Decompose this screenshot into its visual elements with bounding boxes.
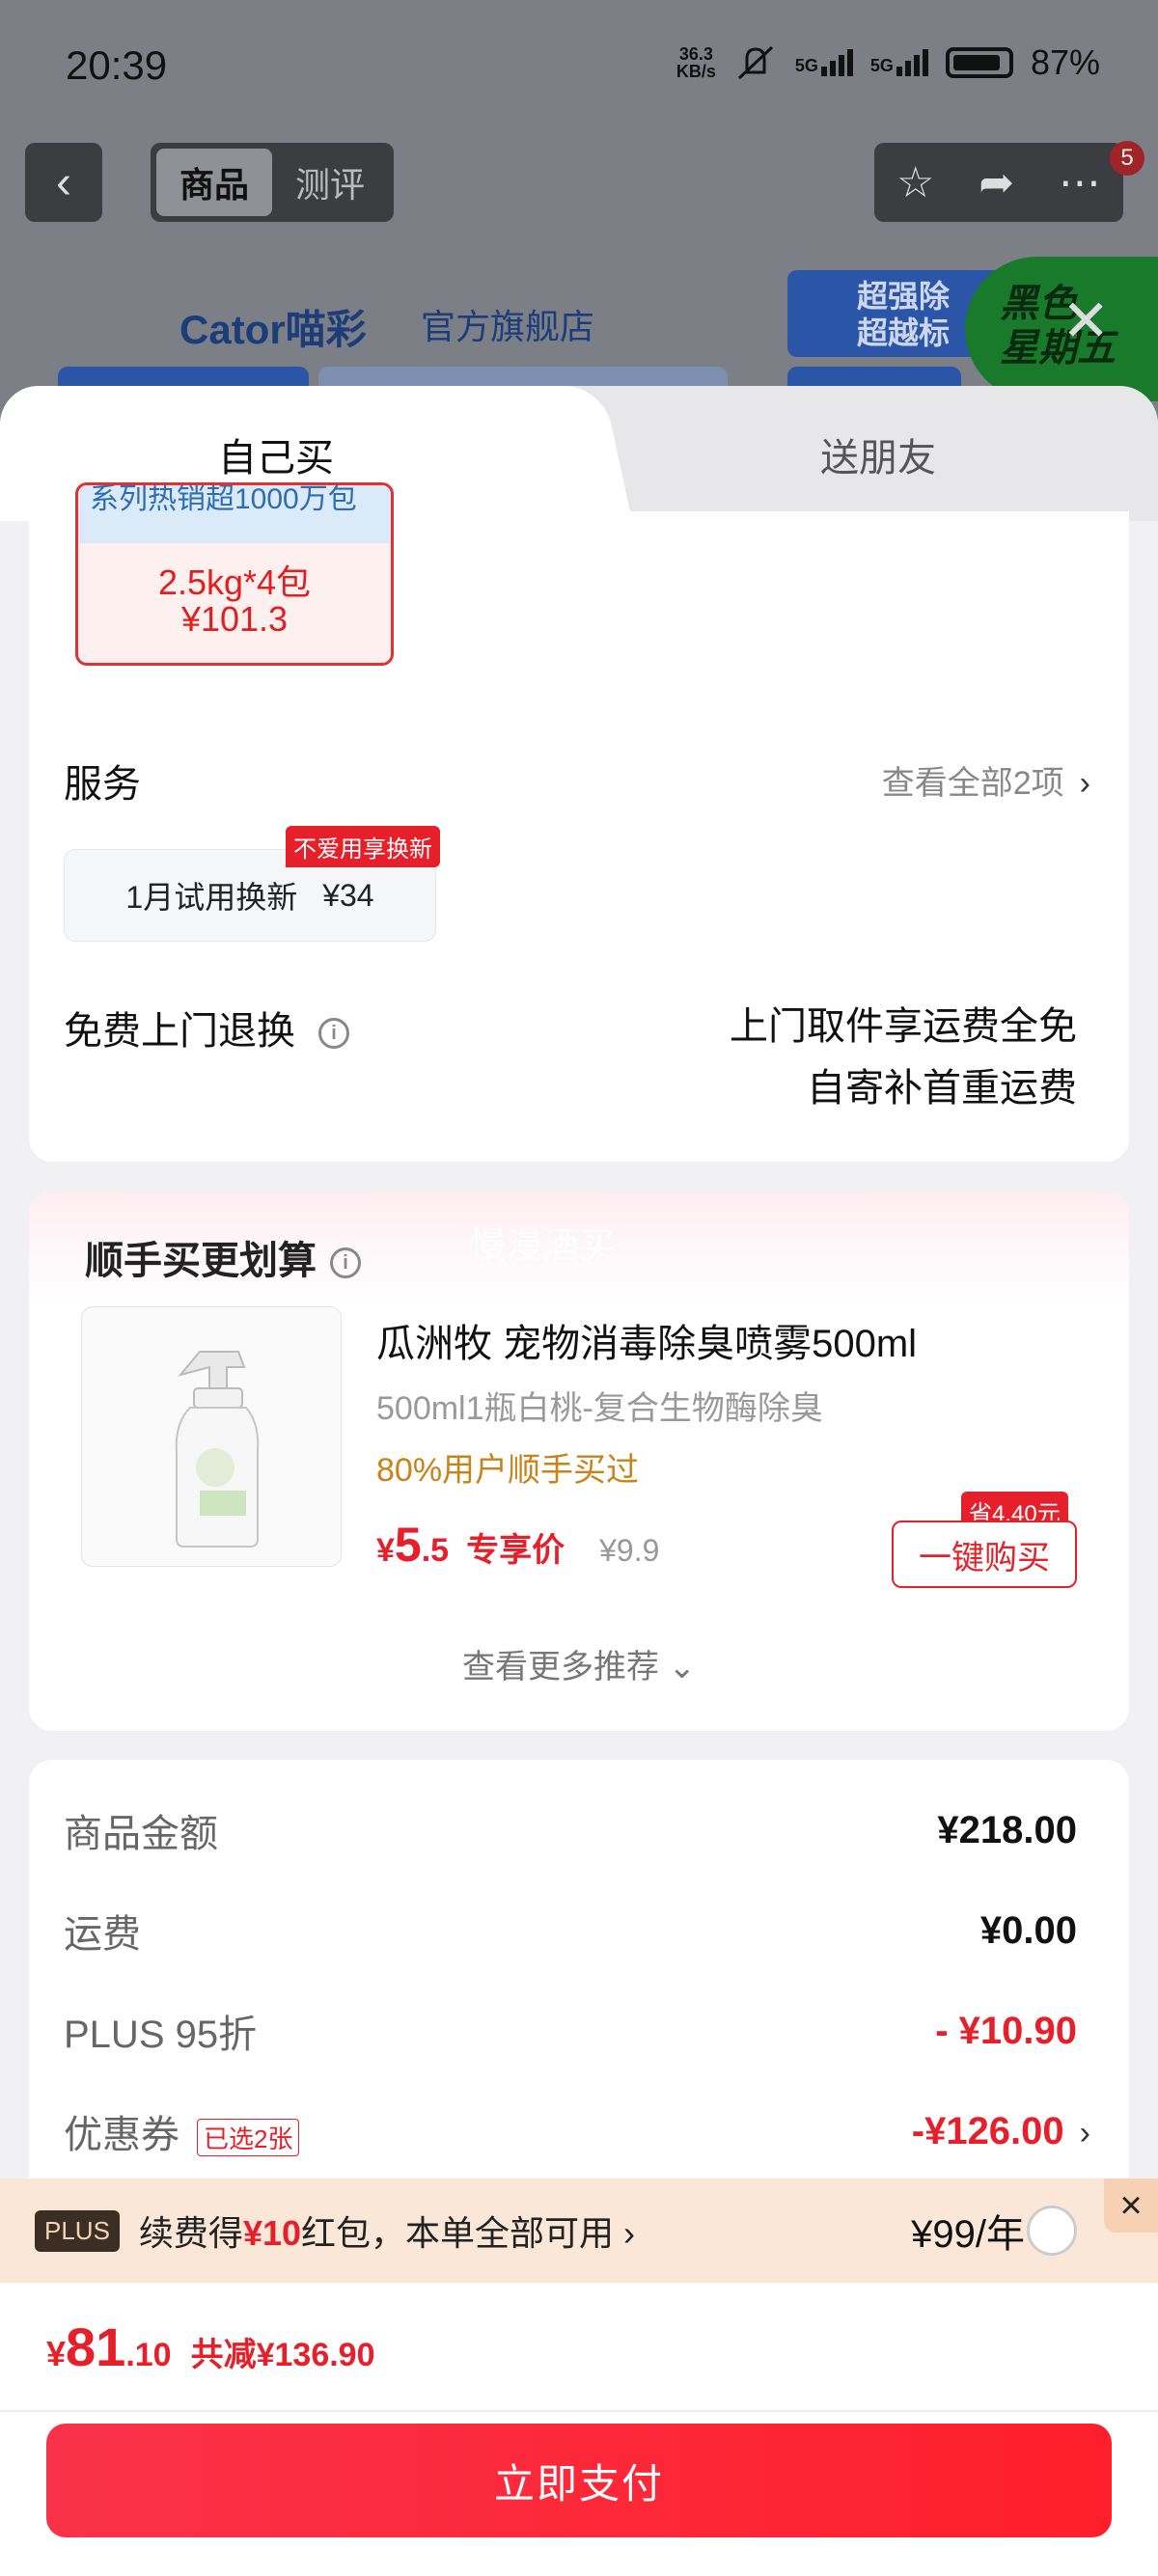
shop-logo: Cator喵彩 [179,307,367,352]
header-tabs: 商品 测评 [151,143,394,222]
net-speed: 36.3 KB/s [676,44,716,81]
divider [0,2410,1158,2412]
original-price: ¥9.9 [599,1533,660,1568]
mute-icon [737,45,773,80]
chevron-right-icon: › [1079,765,1090,802]
service-title: 服务 [64,763,141,806]
plus-price: ¥99/年 [911,2213,1025,2256]
tab-friend[interactable]: 送朋友 [820,426,936,482]
share-icon[interactable]: ➦ [979,158,1014,207]
shop-banner: Cator喵彩 官方旗舰店 超强除 超越标 黑色 星期五 ✕ [0,257,1158,405]
more-icon[interactable]: ⋯ [1059,158,1101,207]
order-options-card: 系列热销超1000万包 2.5kg*4包 ¥101.3 服务 查看全部2项 › 1… [29,482,1129,1162]
tab-self[interactable]: 自己买 [218,426,334,482]
product-header: ‹ 商品 测评 ☆ ➦ ⋯ 5 [0,141,1158,230]
checkout-footer: ¥ 81 .10 共减¥136.90 立即支付 [0,2283,1158,2576]
signal-icon: 5G [795,49,853,76]
close-icon[interactable]: × [1104,2179,1158,2233]
plus-radio[interactable] [1027,2206,1077,2256]
chevron-left-icon: ‹ [56,156,71,208]
system-icons: 36.3 KB/s 5G 5G 87% [676,42,1100,83]
watermark: 慢漫酒买 [469,1226,617,1267]
summary-row: PLUS 95折 - ¥10.90 [64,2009,1077,2057]
chevron-down-icon: ⌄ [668,1649,696,1685]
signal-icon: 5G [870,49,928,76]
product-spec: 500ml1瓶白桃-复合生物酶除臭 [376,1390,823,1427]
close-icon[interactable]: ✕ [1062,288,1110,355]
product-buyers: 80%用户顺手买过 [376,1452,640,1489]
sku-option[interactable]: 系列热销超1000万包 2.5kg*4包 ¥101.3 [75,482,394,666]
tab-review[interactable]: 测评 [272,149,388,216]
shop-name: 官方旗舰店 [421,307,595,346]
header-actions: ☆ ➦ ⋯ [874,143,1123,222]
coupon-row[interactable]: 优惠券 已选2张 -¥126.00 › [64,2103,1090,2159]
battery-icon [945,47,1013,78]
pay-now-button[interactable]: 立即支付 [46,2424,1112,2537]
plus-offer-text: 续费得¥10红包，本单全部可用 › [138,2213,636,2253]
chevron-right-icon: › [623,2213,636,2253]
plus-membership-bar[interactable]: PLUS 续费得¥10红包，本单全部可用 › ¥99/年 × [0,2179,1158,2283]
product-price: ¥ 5 .5 专享价 ¥9.9 [376,1518,660,1572]
summary-row: 运费 ¥0.00 [64,1908,1077,1957]
clock: 20:39 [66,42,168,88]
free-return-detail: 上门取件享运费全免 自寄补首重运费 [730,1005,1077,1110]
more-recommendations[interactable]: 查看更多推荐 ⌄ [29,1640,1129,1687]
one-click-buy-button[interactable]: 一键购买 [892,1521,1077,1588]
plus-logo: PLUS [35,2209,120,2252]
summary-row: 商品金额 ¥218.00 [64,1808,1077,1856]
star-icon[interactable]: ☆ [896,158,934,207]
service-view-all[interactable]: 查看全部2项 › [882,756,1090,804]
product-name[interactable]: 瓜洲牧 宠物消毒除臭喷雾500ml [376,1312,917,1368]
tab-product[interactable]: 商品 [156,149,272,216]
info-icon[interactable]: i [330,1247,361,1279]
service-tag: 不爱用享换新 [286,826,440,867]
info-icon[interactable]: i [318,1018,349,1050]
recommend-title: 顺手买更划算 i [85,1229,361,1285]
total-price: ¥ 81 .10 共减¥136.90 [46,2316,375,2377]
back-button[interactable]: ‹ [25,143,102,222]
sku-spec: 2.5kg*4包 ¥101.3 [157,562,312,639]
status-bar: 20:39 36.3 KB/s 5G 5G 87% [0,0,1158,135]
recommend-card: 顺手买更划算 i 慢漫酒买 瓜洲牧 宠物消毒除臭喷雾500ml 500ml1瓶白桃… [29,1191,1129,1731]
total-saved: 共减¥136.90 [190,2337,375,2373]
product-image[interactable] [81,1306,342,1567]
free-return-title: 免费上门退换 i [64,1000,349,1055]
message-badge: 5 [1110,141,1144,176]
spray-bottle-image [175,1351,260,1548]
coupon-tag: 已选2张 [197,2118,300,2156]
chevron-right-icon: › [1079,2114,1090,2151]
battery-percent: 87% [1030,42,1100,82]
sku-banner: 系列热销超1000万包 [78,485,391,543]
